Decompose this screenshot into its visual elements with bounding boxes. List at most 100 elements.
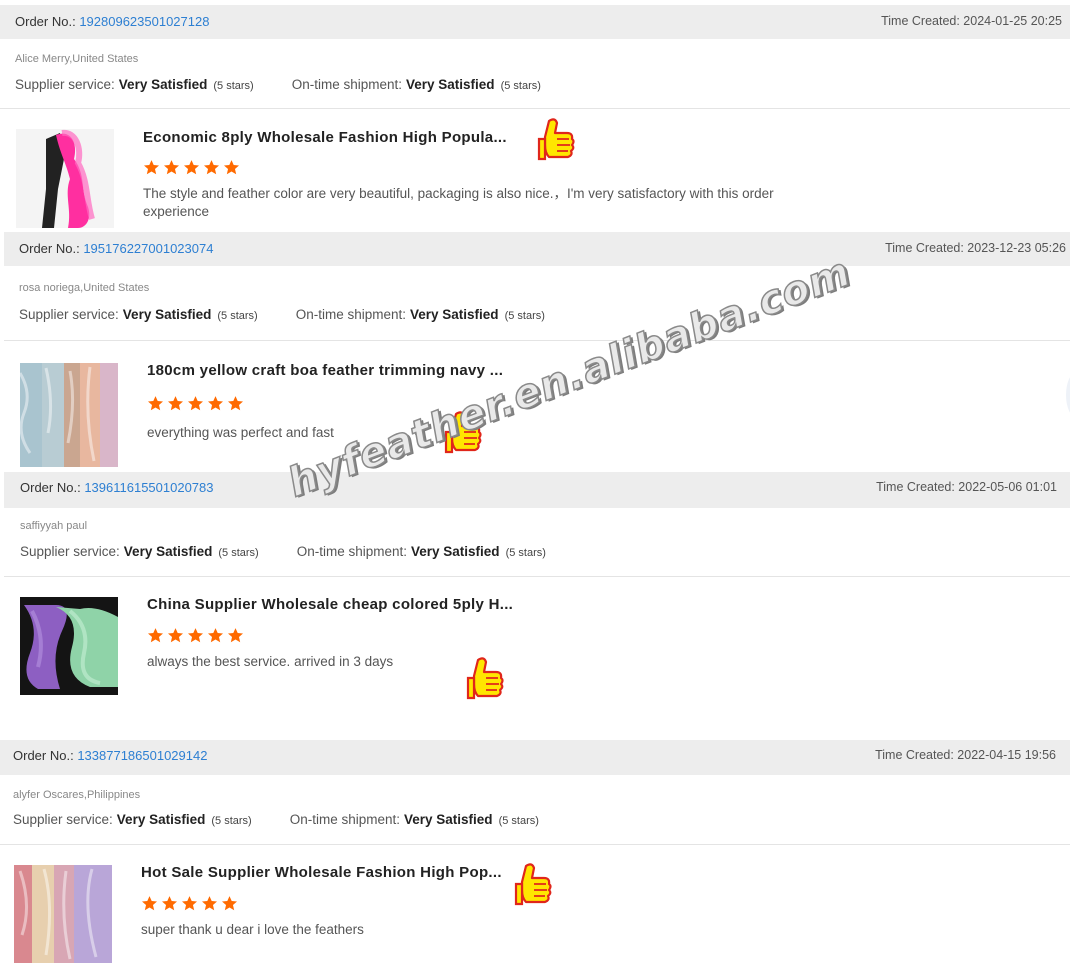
star-icon	[167, 396, 184, 411]
review-text: The style and feather color are very bea…	[143, 186, 774, 219]
order-number-line: Order No.: 195176227001023074	[19, 241, 213, 256]
star-icon	[161, 896, 178, 911]
time-created: Time Created: 2022-04-15 19:56	[875, 748, 1056, 762]
supplier-service-stars: (5 stars)	[213, 80, 254, 92]
star-icon	[227, 396, 244, 411]
ontime-shipment-stars: (5 stars)	[504, 310, 545, 322]
star-icon	[181, 896, 198, 911]
time-created: Time Created: 2024-01-25 20:25	[881, 14, 1062, 28]
divider	[4, 340, 1070, 341]
ontime-shipment-rating: Very Satisfied	[411, 544, 500, 559]
star-rating	[143, 159, 243, 177]
ontime-shipment-rating: Very Satisfied	[406, 77, 495, 92]
star-icon	[207, 396, 224, 411]
review-card: Order No.: 139611615501020783 Time Creat…	[4, 472, 1070, 712]
thumbs-up-icon	[535, 115, 577, 167]
review-card: Order No.: 133877186501029142 Time Creat…	[0, 740, 1070, 963]
order-header: Order No.: 139611615501020783 Time Creat…	[4, 472, 1070, 508]
service-ratings: Supplier service: Very Satisfied (5 stars)…	[20, 544, 546, 559]
order-no-label: Order No.:	[15, 14, 76, 29]
star-rating	[147, 627, 247, 645]
product-title[interactable]: 180cm yellow craft boa feather trimming …	[147, 362, 503, 379]
supplier-service-rating: Very Satisfied	[118, 77, 208, 92]
supplier-service-label: Supplier service:	[19, 307, 119, 322]
order-no-label: Order No.:	[19, 241, 80, 256]
supplier-service-rating: Very Satisfied	[123, 544, 213, 559]
star-icon	[223, 160, 240, 175]
ontime-shipment-stars: (5 stars)	[500, 80, 541, 92]
divider	[0, 108, 1070, 109]
star-icon	[227, 628, 244, 643]
product-thumbnail[interactable]	[14, 865, 112, 963]
thumbs-up-icon	[464, 654, 506, 706]
order-number-line: Order No.: 139611615501020783	[20, 480, 214, 495]
star-icon	[201, 896, 218, 911]
order-number-line: Order No.: 133877186501029142	[13, 748, 207, 763]
ontime-shipment-label: On-time shipment:	[289, 812, 400, 827]
ontime-shipment-rating: Very Satisfied	[410, 307, 499, 322]
review-card: Order No.: 192809623501027128 Time Creat…	[0, 5, 1070, 245]
supplier-service-stars: (5 stars)	[218, 547, 259, 559]
buyer-name: Alice Merry,United States	[15, 53, 139, 65]
star-icon	[147, 628, 164, 643]
ontime-shipment-rating: Very Satisfied	[404, 812, 493, 827]
time-created: Time Created: 2022-05-06 01:01	[876, 480, 1057, 494]
review-card: Order No.: 195176227001023074 Time Creat…	[4, 232, 1070, 472]
thumbs-up-icon	[442, 408, 484, 460]
order-header: Order No.: 195176227001023074 Time Creat…	[4, 232, 1070, 266]
ontime-shipment-stars: (5 stars)	[498, 815, 539, 827]
ontime-shipment-label: On-time shipment:	[296, 544, 407, 559]
order-number-link[interactable]: 195176227001023074	[83, 241, 213, 256]
star-icon	[183, 160, 200, 175]
supplier-service-label: Supplier service:	[15, 77, 115, 92]
product-thumbnail[interactable]	[20, 363, 118, 467]
supplier-service-stars: (5 stars)	[211, 815, 252, 827]
divider	[0, 844, 1070, 845]
order-number-link[interactable]: 192809623501027128	[79, 14, 209, 29]
order-number-line: Order No.: 192809623501027128	[15, 14, 209, 29]
order-header: Order No.: 192809623501027128 Time Creat…	[0, 5, 1070, 39]
product-title[interactable]: China Supplier Wholesale cheap colored 5…	[147, 596, 513, 613]
ontime-shipment-label: On-time shipment:	[291, 77, 402, 92]
product-title[interactable]: Economic 8ply Wholesale Fashion High Pop…	[143, 129, 507, 146]
order-header: Order No.: 133877186501029142 Time Creat…	[0, 740, 1070, 775]
star-icon	[143, 160, 160, 175]
star-icon	[163, 160, 180, 175]
divider	[4, 576, 1070, 577]
time-created: Time Created: 2023-12-23 05:26	[885, 241, 1066, 255]
thumbs-up-icon	[512, 860, 554, 912]
buyer-name: alyfer Oscares,Philippines	[13, 789, 141, 801]
supplier-service-label: Supplier service:	[20, 544, 120, 559]
order-number-link[interactable]: 139611615501020783	[84, 480, 213, 495]
supplier-service-rating: Very Satisfied	[122, 307, 212, 322]
supplier-service-label: Supplier service:	[13, 812, 113, 827]
service-ratings: Supplier service: Very Satisfied (5 stars)…	[19, 307, 545, 322]
order-no-label: Order No.:	[20, 480, 81, 495]
product-title[interactable]: Hot Sale Supplier Wholesale Fashion High…	[141, 864, 502, 881]
product-thumbnail[interactable]	[16, 129, 114, 228]
star-rating	[147, 395, 247, 413]
review-text: everything was perfect and fast	[147, 425, 334, 440]
scroll-indicator	[1066, 372, 1070, 418]
star-icon	[147, 396, 164, 411]
service-ratings: Supplier service: Very Satisfied (5 stars)…	[15, 77, 541, 92]
ontime-shipment-stars: (5 stars)	[505, 547, 546, 559]
star-icon	[167, 628, 184, 643]
service-ratings: Supplier service: Very Satisfied (5 stars)…	[13, 812, 539, 827]
buyer-name: saffiyyah paul	[20, 520, 88, 532]
star-icon	[187, 396, 204, 411]
star-icon	[207, 628, 224, 643]
star-icon	[187, 628, 204, 643]
ontime-shipment-label: On-time shipment:	[295, 307, 406, 322]
star-icon	[203, 160, 220, 175]
buyer-name: rosa noriega,United States	[19, 282, 150, 294]
supplier-service-stars: (5 stars)	[217, 310, 258, 322]
star-icon	[221, 896, 238, 911]
star-rating	[141, 895, 241, 913]
review-text: super thank u dear i love the feathers	[141, 922, 364, 937]
star-icon	[141, 896, 158, 911]
product-thumbnail[interactable]	[20, 597, 118, 695]
order-no-label: Order No.:	[13, 748, 74, 763]
order-number-link[interactable]: 133877186501029142	[77, 748, 207, 763]
supplier-service-rating: Very Satisfied	[116, 812, 206, 827]
